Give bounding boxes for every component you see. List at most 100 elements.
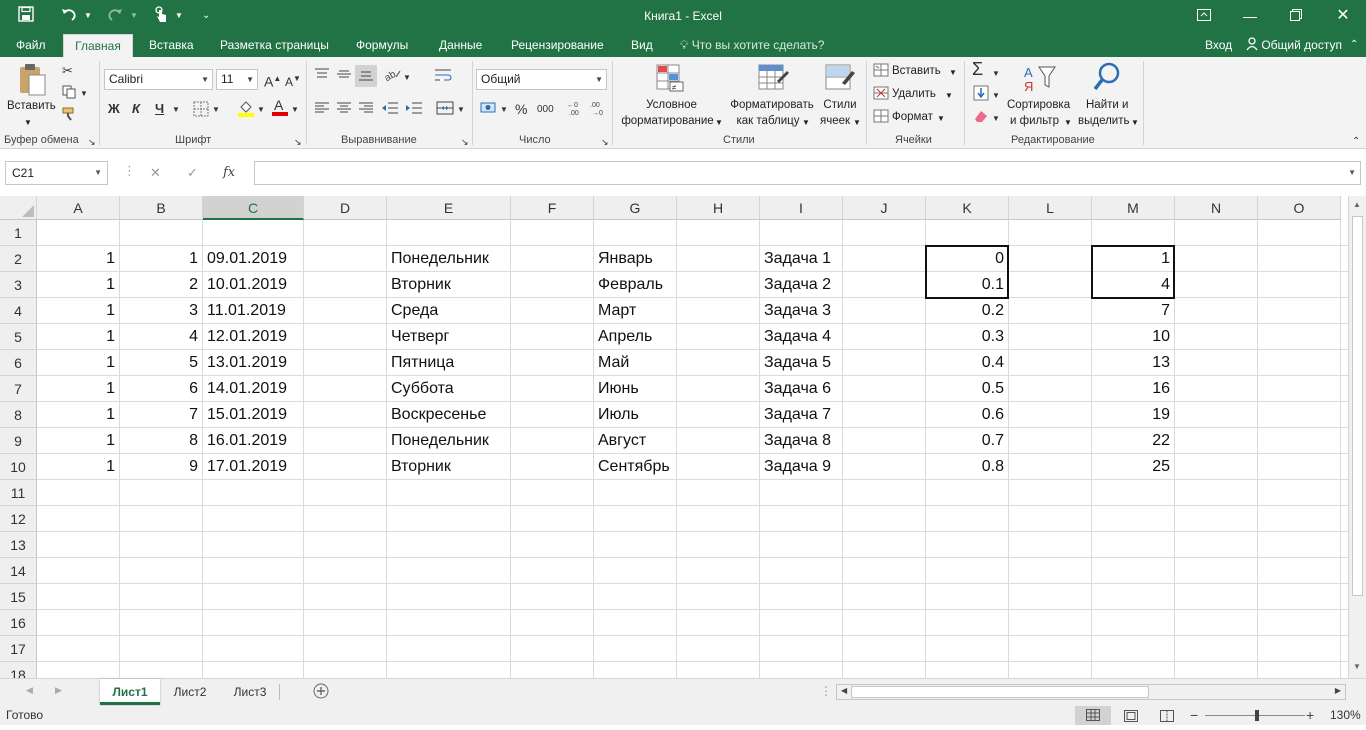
split-handle-icon[interactable]: ⋮ bbox=[820, 684, 832, 698]
row-header-1[interactable]: 1 bbox=[0, 220, 37, 246]
orientation-icon[interactable]: ab bbox=[383, 67, 402, 86]
find-select-icon[interactable] bbox=[1092, 61, 1122, 96]
worksheet-grid[interactable]: A B C D E F G H I J K L M N O 1 2 3 4 5 6 7 8 9 10 11 12 13 14 15 16 17… bbox=[0, 196, 1348, 678]
expand-formula-bar-icon[interactable]: ▼ bbox=[1348, 162, 1356, 184]
format-as-table-label1[interactable]: Форматировать bbox=[726, 98, 818, 113]
row-header-16[interactable]: 16 bbox=[0, 610, 37, 636]
tab-page-layout[interactable]: Разметка страницы bbox=[220, 33, 329, 57]
row-header-4[interactable]: 4 bbox=[0, 298, 37, 324]
cell-e4[interactable]: Среда bbox=[387, 298, 511, 324]
delete-dropdown-icon[interactable]: ▼ bbox=[945, 88, 953, 103]
cancel-icon[interactable]: ✕ bbox=[150, 164, 161, 182]
cell-g6[interactable]: Май bbox=[594, 350, 677, 376]
conditional-formatting-icon[interactable]: ≠ bbox=[655, 63, 685, 96]
cell-c10[interactable]: 17.01.2019 bbox=[203, 454, 304, 480]
cell-g10[interactable]: Сентябрь bbox=[594, 454, 677, 480]
cell-i8[interactable]: Задача 7 bbox=[760, 402, 843, 428]
tab-data[interactable]: Данные bbox=[439, 33, 482, 57]
currency-icon[interactable] bbox=[480, 100, 498, 121]
cell-m6[interactable]: 13 bbox=[1092, 350, 1175, 376]
column-header-e[interactable]: E bbox=[387, 196, 511, 220]
cell-i2[interactable]: Задача 1 bbox=[760, 246, 843, 272]
column-header-o[interactable]: O bbox=[1258, 196, 1341, 220]
cell-styles-dropdown-icon[interactable]: ▼ bbox=[853, 115, 861, 130]
thousands-separator-button[interactable]: 000 bbox=[537, 101, 554, 119]
enter-icon[interactable]: ✓ bbox=[187, 164, 198, 182]
align-top-icon[interactable] bbox=[314, 67, 330, 86]
align-right-icon[interactable] bbox=[358, 101, 374, 120]
alignment-launcher-icon[interactable]: ↘ bbox=[461, 133, 469, 151]
decrease-indent-icon[interactable] bbox=[381, 101, 399, 120]
cell-i9[interactable]: Задача 8 bbox=[760, 428, 843, 454]
decrease-decimal-icon[interactable]: .00 →0 bbox=[590, 100, 606, 121]
insert-function-button[interactable]: fx bbox=[223, 164, 235, 182]
vertical-scroll-thumb[interactable] bbox=[1352, 216, 1363, 596]
sheet-tab-2[interactable]: Лист2 bbox=[163, 679, 217, 705]
cell-e7[interactable]: Суббота bbox=[387, 376, 511, 402]
cell-c6[interactable]: 13.01.2019 bbox=[203, 350, 304, 376]
cell-b5[interactable]: 4 bbox=[120, 324, 203, 350]
cell-g7[interactable]: Июнь bbox=[594, 376, 677, 402]
sign-in-link[interactable]: Вход bbox=[1205, 33, 1232, 57]
autosum-dropdown-icon[interactable]: ▼ bbox=[992, 65, 1000, 83]
column-header-m[interactable]: M bbox=[1092, 196, 1175, 220]
clear-icon[interactable] bbox=[973, 109, 989, 128]
zoom-in-icon[interactable]: + bbox=[1306, 706, 1314, 725]
column-header-g[interactable]: G bbox=[594, 196, 677, 220]
fill-color-dropdown-icon[interactable]: ▼ bbox=[257, 101, 265, 119]
cell-k5[interactable]: 0.3 bbox=[926, 324, 1009, 350]
column-header-k[interactable]: K bbox=[926, 196, 1009, 220]
column-header-j[interactable]: J bbox=[843, 196, 926, 220]
cell-m5[interactable]: 10 bbox=[1092, 324, 1175, 350]
number-launcher-icon[interactable]: ↘ bbox=[601, 133, 609, 151]
column-header-c[interactable]: C bbox=[203, 196, 304, 220]
cell-a6[interactable]: 1 bbox=[37, 350, 120, 376]
column-header-d[interactable]: D bbox=[304, 196, 387, 220]
cell-e10[interactable]: Вторник bbox=[387, 454, 511, 480]
sheet-tab-1[interactable]: Лист1 bbox=[100, 679, 160, 705]
font-size-select[interactable]: 11 ▼ bbox=[216, 69, 258, 90]
cell-c3[interactable]: 10.01.2019 bbox=[203, 272, 304, 298]
row-header-3[interactable]: 3 bbox=[0, 272, 37, 298]
find-select-label2[interactable]: выделить bbox=[1078, 114, 1130, 129]
increase-indent-icon[interactable] bbox=[405, 101, 423, 120]
font-launcher-icon[interactable]: ↘ bbox=[294, 133, 302, 151]
cell-a7[interactable]: 1 bbox=[37, 376, 120, 402]
paste-dropdown-icon[interactable]: ▼ bbox=[24, 115, 32, 130]
cell-b8[interactable]: 7 bbox=[120, 402, 203, 428]
conditional-formatting-label2[interactable]: форматирование bbox=[619, 114, 716, 129]
restore-icon[interactable] bbox=[1284, 4, 1308, 28]
copy-icon[interactable] bbox=[62, 85, 76, 104]
scroll-right-icon[interactable]: ▶ bbox=[1335, 686, 1341, 695]
cell-k4[interactable]: 0.2 bbox=[926, 298, 1009, 324]
delete-cells-label[interactable]: Удалить bbox=[892, 87, 936, 102]
tell-me-search[interactable]: 💡︎ Что вы хотите сделать? bbox=[680, 33, 824, 57]
row-header-10[interactable]: 10 bbox=[0, 454, 37, 480]
fill-icon[interactable] bbox=[973, 85, 989, 106]
cell-b4[interactable]: 3 bbox=[120, 298, 203, 324]
row-header-18[interactable]: 18 bbox=[0, 662, 37, 678]
currency-dropdown-icon[interactable]: ▼ bbox=[500, 101, 508, 119]
tab-file[interactable]: Файл bbox=[16, 33, 46, 57]
conditional-formatting-label1[interactable]: Условное bbox=[619, 98, 724, 113]
cell-i6[interactable]: Задача 5 bbox=[760, 350, 843, 376]
cell-b2[interactable]: 1 bbox=[120, 246, 203, 272]
fill-color-icon[interactable] bbox=[238, 99, 254, 122]
cell-g2[interactable]: Январь bbox=[594, 246, 677, 272]
cell-a3[interactable]: 1 bbox=[37, 272, 120, 298]
sort-filter-label2[interactable]: и фильтр bbox=[1010, 114, 1059, 129]
cell-a9[interactable]: 1 bbox=[37, 428, 120, 454]
zoom-out-icon[interactable]: − bbox=[1190, 706, 1198, 725]
percent-button[interactable]: % bbox=[515, 100, 527, 118]
paste-icon[interactable] bbox=[17, 63, 47, 100]
scroll-down-icon[interactable]: ▼ bbox=[1353, 662, 1361, 671]
formula-input[interactable]: ▼ bbox=[254, 161, 1361, 185]
align-middle-icon[interactable] bbox=[336, 67, 352, 86]
cell-i3[interactable]: Задача 2 bbox=[760, 272, 843, 298]
cell-m10[interactable]: 25 bbox=[1092, 454, 1175, 480]
row-header-11[interactable]: 11 bbox=[0, 480, 37, 506]
cell-c8[interactable]: 15.01.2019 bbox=[203, 402, 304, 428]
row-header-15[interactable]: 15 bbox=[0, 584, 37, 610]
cell-k10[interactable]: 0.8 bbox=[926, 454, 1009, 480]
merge-center-icon[interactable] bbox=[436, 101, 454, 120]
